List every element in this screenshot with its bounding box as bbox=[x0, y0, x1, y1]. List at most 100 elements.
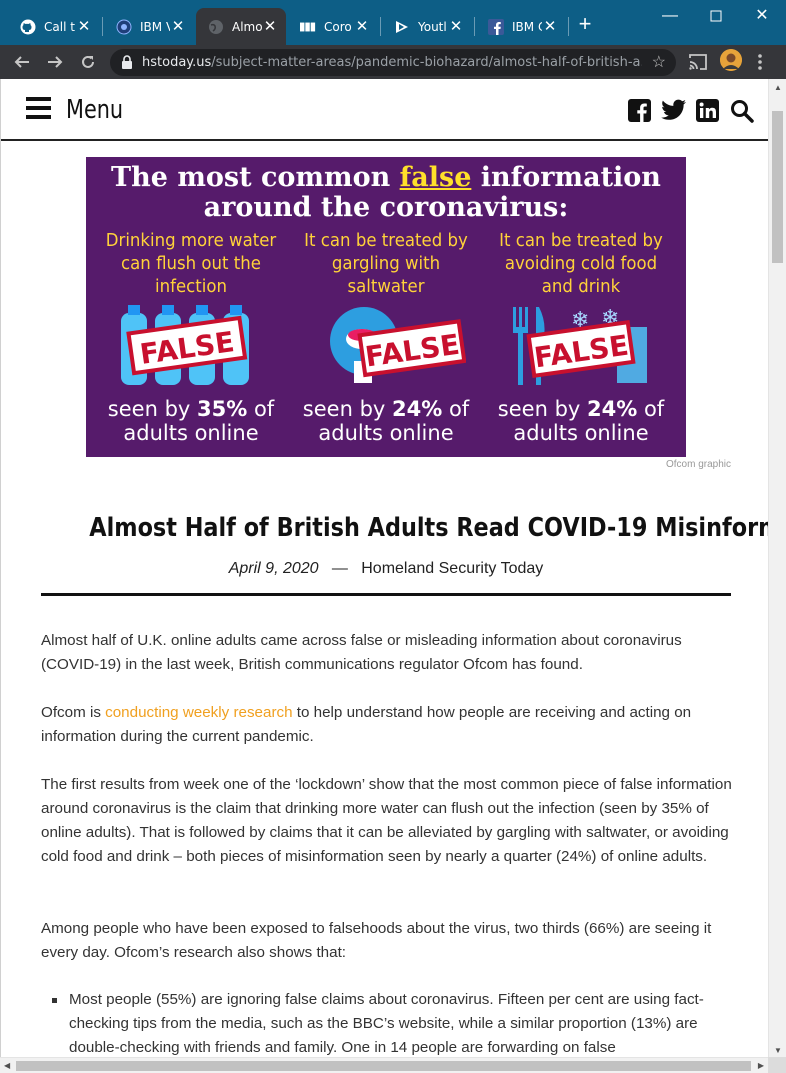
stat-percent: 24% bbox=[392, 397, 443, 421]
water-bottles-icon: FALSE bbox=[111, 305, 271, 387]
page-viewport: Menu The most common false information a… bbox=[0, 79, 768, 1057]
paragraph-text: Ofcom is bbox=[41, 704, 106, 721]
infographic-claim: Drinking more water can flush out the in… bbox=[105, 230, 277, 297]
tab-almost-half[interactable]: Almo ✕ bbox=[196, 8, 286, 45]
tab-divider bbox=[380, 17, 381, 36]
scroll-up-arrow-icon[interactable]: ▲ bbox=[774, 83, 782, 92]
infographic-column: It can be treated by gargling with saltw… bbox=[286, 229, 486, 445]
url-host: hstoday.us bbox=[142, 55, 212, 70]
article-date: April 9, 2020 bbox=[228, 560, 319, 577]
scrollbar-corner bbox=[768, 1057, 786, 1073]
close-icon[interactable]: ✕ bbox=[262, 18, 278, 35]
stat-prefix: seen by bbox=[302, 397, 392, 421]
headline-divider bbox=[41, 593, 731, 596]
infographic-stat: seen by 24% of adults online bbox=[481, 397, 681, 445]
infographic-stat: seen by 24% of adults online bbox=[286, 397, 486, 445]
site-header: Menu bbox=[1, 79, 768, 141]
scrollbar-thumb[interactable] bbox=[16, 1061, 751, 1071]
tab-title: Youtl bbox=[418, 19, 447, 34]
bbc-icon bbox=[300, 19, 316, 35]
infographic-claim: It can be treated by avoiding cold food … bbox=[499, 230, 663, 297]
article-headline: Almost Half of British Adults Read COVID… bbox=[89, 513, 768, 543]
scroll-right-arrow-icon[interactable]: ▶ bbox=[758, 1061, 764, 1070]
tab-title: Call t bbox=[44, 19, 75, 34]
address-bar[interactable]: hstoday.us/subject-matter-areas/pandemic… bbox=[110, 49, 676, 76]
hamburger-menu-icon[interactable] bbox=[26, 97, 51, 124]
stat-prefix: seen by bbox=[107, 397, 197, 421]
close-icon[interactable]: ✕ bbox=[170, 18, 186, 35]
browser-toolbar: hstoday.us/subject-matter-areas/pandemic… bbox=[0, 45, 786, 79]
article-paragraph: Almost half of U.K. online adults came a… bbox=[41, 632, 682, 673]
article-byline: April 9, 2020 — Homeland Security Today bbox=[41, 560, 731, 578]
infographic-title: The most common false information around… bbox=[86, 163, 686, 223]
close-icon[interactable]: ✕ bbox=[354, 18, 370, 35]
reload-button[interactable] bbox=[76, 50, 100, 74]
search-icon[interactable] bbox=[730, 99, 754, 123]
stat-percent: 35% bbox=[197, 397, 248, 421]
vertical-scrollbar[interactable]: ▲ ▼ bbox=[768, 79, 786, 1057]
menu-label[interactable]: Menu bbox=[66, 95, 123, 125]
misinformation-infographic: The most common false information around… bbox=[86, 157, 686, 457]
infographic-claim: It can be treated by gargling with saltw… bbox=[304, 230, 468, 297]
horizontal-scrollbar[interactable]: ◀ ▶ bbox=[0, 1057, 768, 1073]
scroll-left-arrow-icon[interactable]: ◀ bbox=[4, 1061, 10, 1070]
tab-title: IBM V bbox=[140, 19, 170, 34]
tab-divider bbox=[568, 17, 569, 36]
url-text: hstoday.us/subject-matter-areas/pandemic… bbox=[142, 55, 642, 70]
maximize-button[interactable] bbox=[706, 6, 726, 26]
stat-percent: 24% bbox=[587, 397, 638, 421]
list-item: Most people (55%) are ignoring false cla… bbox=[69, 991, 704, 1056]
infographic-title-highlight: false bbox=[399, 162, 472, 193]
infographic-title-prefix: The most common bbox=[111, 162, 400, 193]
tab-title: Almo bbox=[232, 19, 262, 34]
more-menu-icon[interactable] bbox=[757, 51, 763, 73]
research-link[interactable]: conducting weekly research bbox=[105, 704, 292, 721]
ibm-icon bbox=[116, 19, 132, 35]
lock-icon bbox=[121, 55, 133, 69]
close-icon[interactable]: ✕ bbox=[542, 18, 558, 35]
image-caption: Ofcom graphic bbox=[665, 459, 731, 470]
window-close-button[interactable]: ✕ bbox=[752, 6, 772, 26]
cast-icon[interactable] bbox=[688, 51, 708, 73]
infographic-column: It can be treated by avoiding cold food … bbox=[481, 229, 681, 445]
bullet-marker bbox=[52, 998, 57, 1003]
stat-prefix: seen by bbox=[497, 397, 587, 421]
twitter-icon[interactable] bbox=[661, 99, 687, 122]
facebook-icon bbox=[488, 18, 504, 35]
minimize-button[interactable]: — bbox=[660, 6, 680, 26]
profile-avatar[interactable] bbox=[720, 49, 742, 71]
tab-divider bbox=[102, 17, 103, 36]
tab-ibm-c[interactable]: IBM C ✕ bbox=[476, 8, 566, 45]
tab-ibm-v[interactable]: IBM V ✕ bbox=[104, 8, 194, 45]
youtube-icon bbox=[394, 19, 410, 35]
linkedin-icon[interactable] bbox=[696, 99, 719, 122]
byline-separator: — bbox=[331, 560, 348, 577]
forward-button[interactable] bbox=[43, 50, 67, 74]
article-author[interactable]: Homeland Security Today bbox=[361, 560, 543, 577]
url-path: /subject-matter-areas/pandemic-biohazard… bbox=[211, 55, 642, 70]
article-paragraph: Among people who have been exposed to fa… bbox=[41, 920, 712, 961]
new-tab-button[interactable]: + bbox=[574, 13, 596, 36]
tab-github[interactable]: Call t ✕ bbox=[8, 8, 100, 45]
browser-tab-strip: Call t ✕ IBM V ✕ Almo ✕ Coro ✕ Youtl ✕ bbox=[0, 0, 786, 45]
cold-food-icon: ❄ ❄ FALSE bbox=[501, 305, 661, 387]
tab-title: IBM C bbox=[512, 19, 542, 34]
close-icon[interactable]: ✕ bbox=[76, 18, 92, 35]
tab-bbc[interactable]: Coro ✕ bbox=[288, 8, 378, 45]
back-button[interactable] bbox=[10, 50, 34, 74]
tab-youtube[interactable]: Youtl ✕ bbox=[382, 8, 472, 45]
github-icon bbox=[20, 19, 36, 35]
gargling-face-icon: FALSE bbox=[306, 305, 467, 387]
tab-title: Coro bbox=[324, 19, 352, 34]
scroll-down-arrow-icon[interactable]: ▼ bbox=[774, 1046, 782, 1055]
globe-icon bbox=[208, 19, 224, 35]
infographic-column: Drinking more water can flush out the in… bbox=[91, 229, 291, 445]
facebook-icon[interactable] bbox=[628, 99, 651, 122]
scrollbar-thumb[interactable] bbox=[772, 111, 783, 263]
tab-divider bbox=[474, 17, 475, 36]
close-icon[interactable]: ✕ bbox=[448, 18, 464, 35]
infographic-stat: seen by 35% of adults online bbox=[91, 397, 291, 445]
article-paragraph: Ofcom is conducting weekly research to h… bbox=[41, 701, 741, 749]
bookmark-star-icon[interactable]: ☆ bbox=[652, 52, 666, 72]
article-paragraph: The first results from week one of the ‘… bbox=[41, 776, 732, 865]
